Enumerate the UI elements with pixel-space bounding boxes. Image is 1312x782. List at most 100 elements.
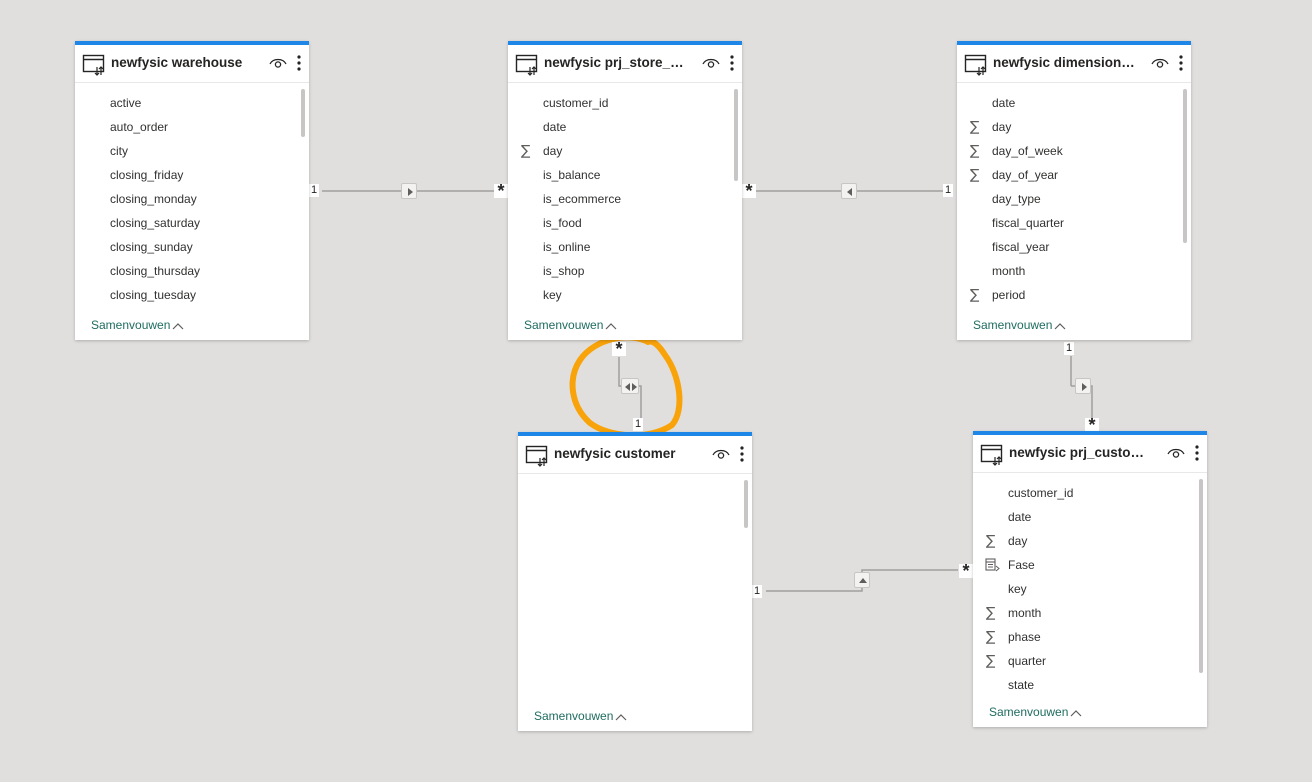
- field-row[interactable]: ∑ day: [957, 115, 1191, 139]
- visibility-eye-icon[interactable]: [1167, 446, 1185, 460]
- table-title: newfysic prj_custome...: [1009, 445, 1155, 460]
- field-row[interactable]: is_online: [508, 235, 742, 259]
- chevron-up-icon: [615, 713, 627, 721]
- field-row[interactable]: closing_tuesday: [75, 283, 309, 307]
- field-name: is_balance: [543, 168, 601, 182]
- sigma-icon: ∑: [986, 629, 996, 645]
- collapse-label: Samenvouwen: [989, 705, 1069, 719]
- field-row[interactable]: closing_sunday: [75, 235, 309, 259]
- model-canvas[interactable]: 1 * * 1 * 1 1 * 1 * newfysic warehouse a…: [0, 0, 1312, 782]
- field-row[interactable]: date: [957, 91, 1191, 115]
- more-options-icon[interactable]: [1194, 444, 1200, 462]
- table-card-store-pe[interactable]: newfysic prj_store_pe... customer_id date…: [508, 41, 742, 340]
- filter-direction-right-icon[interactable]: [1075, 378, 1091, 394]
- field-row[interactable]: date: [508, 115, 742, 139]
- scrollbar[interactable]: [1183, 89, 1187, 243]
- table-card-header[interactable]: newfysic customer: [518, 436, 752, 474]
- chevron-up-icon: [1070, 709, 1082, 717]
- field-name: closing_saturday: [110, 216, 201, 230]
- field-row[interactable]: day_type: [957, 187, 1191, 211]
- collapse-link[interactable]: Samenvouwen: [534, 709, 627, 723]
- more-options-icon[interactable]: [296, 54, 302, 72]
- sigma-icon: ∑: [521, 143, 531, 159]
- field-row[interactable]: date: [973, 505, 1207, 529]
- field-name: date: [1008, 510, 1032, 524]
- field-row[interactable]: key: [508, 283, 742, 307]
- visibility-eye-icon[interactable]: [269, 56, 287, 70]
- cardinality-many-label: *: [1085, 418, 1099, 432]
- table-card-prj-customer[interactable]: newfysic prj_custome... customer_iddate ∑…: [973, 431, 1207, 727]
- scrollbar[interactable]: [1199, 479, 1203, 673]
- field-row[interactable]: closing_monday: [75, 187, 309, 211]
- field-row[interactable]: customer_id: [508, 91, 742, 115]
- cardinality-many-label: *: [494, 184, 508, 198]
- field-row[interactable]: Fase: [973, 553, 1207, 577]
- field-row[interactable]: fiscal_quarter: [957, 211, 1191, 235]
- table-card-header[interactable]: newfysic dimension_...: [957, 45, 1191, 83]
- filter-direction-up-icon[interactable]: [854, 572, 870, 588]
- field-name: auto_order: [110, 120, 169, 134]
- more-options-icon[interactable]: [739, 445, 745, 463]
- table-card-header[interactable]: newfysic prj_custome...: [973, 435, 1207, 473]
- scrollbar[interactable]: [734, 89, 738, 181]
- field-row[interactable]: state: [973, 673, 1207, 697]
- table-card-dimension[interactable]: newfysic dimension_... date ∑ day ∑ day_of_w…: [957, 41, 1191, 340]
- table-icon: [515, 54, 538, 76]
- collapse-link[interactable]: Samenvouwen: [524, 318, 617, 332]
- collapse-link[interactable]: Samenvouwen: [91, 318, 184, 332]
- collapse-link[interactable]: Samenvouwen: [973, 318, 1066, 332]
- field-row[interactable]: closing_thursday: [75, 259, 309, 283]
- field-row[interactable]: is_shop: [508, 259, 742, 283]
- field-row[interactable]: is_balance: [508, 163, 742, 187]
- field-row[interactable]: closing_saturday: [75, 211, 309, 235]
- field-row[interactable]: ∑ period: [957, 283, 1191, 307]
- field-row[interactable]: month: [957, 259, 1191, 283]
- field-name: day_of_year: [992, 168, 1059, 182]
- field-list[interactable]: customer_id date ∑ day is_balance is_ecommerc…: [508, 91, 742, 307]
- filter-direction-right-icon[interactable]: [401, 183, 417, 199]
- field-name: Fase: [1008, 558, 1035, 572]
- field-row[interactable]: customer_id: [973, 481, 1207, 505]
- field-row[interactable]: ∑ day: [508, 139, 742, 163]
- field-row[interactable]: ∑ day: [973, 529, 1207, 553]
- field-row[interactable]: city: [75, 139, 309, 163]
- sigma-icon: ∑: [986, 533, 996, 549]
- table-card-header[interactable]: newfysic prj_store_pe...: [508, 45, 742, 83]
- field-row[interactable]: ∑ month: [973, 601, 1207, 625]
- table-card-header[interactable]: newfysic warehouse: [75, 45, 309, 83]
- field-row[interactable]: is_food: [508, 211, 742, 235]
- field-row[interactable]: ∑ day_of_year: [957, 163, 1191, 187]
- more-options-icon[interactable]: [1178, 54, 1184, 72]
- field-row[interactable]: key: [973, 577, 1207, 601]
- field-name: closing_monday: [110, 192, 197, 206]
- visibility-eye-icon[interactable]: [702, 56, 720, 70]
- filter-direction-both-icon[interactable]: [621, 378, 639, 394]
- field-name: active: [110, 96, 142, 110]
- field-name: day: [543, 144, 563, 158]
- table-card-customer[interactable]: newfysic customer Samenvouwen: [518, 432, 752, 731]
- more-options-icon[interactable]: [729, 54, 735, 72]
- visibility-eye-icon[interactable]: [712, 447, 730, 461]
- field-row[interactable]: auto_order: [75, 115, 309, 139]
- table-card-warehouse[interactable]: newfysic warehouse active auto_order city c…: [75, 41, 309, 340]
- field-name: quarter: [1008, 654, 1047, 668]
- field-list[interactable]: active auto_ordercity closing_fridayclosin…: [75, 91, 309, 307]
- field-row[interactable]: closing_friday: [75, 163, 309, 187]
- field-list[interactable]: customer_id date ∑ day Fase key ∑ month ∑ phase ∑ q…: [973, 481, 1207, 697]
- field-list[interactable]: date ∑ day ∑ day_of_week ∑ day_of_year day_type…: [957, 91, 1191, 307]
- field-row[interactable]: active: [75, 91, 309, 115]
- field-row[interactable]: ∑ phase: [973, 625, 1207, 649]
- field-row[interactable]: ∑ quarter: [973, 649, 1207, 673]
- visibility-eye-icon[interactable]: [1151, 56, 1169, 70]
- field-row[interactable]: fiscal_year: [957, 235, 1191, 259]
- field-row[interactable]: ∑ day_of_week: [957, 139, 1191, 163]
- filter-direction-left-icon[interactable]: [841, 183, 857, 199]
- scrollbar[interactable]: [301, 89, 305, 137]
- cardinality-one-label: 1: [752, 585, 763, 598]
- chevron-up-icon: [1054, 322, 1066, 330]
- field-row[interactable]: is_ecommerce: [508, 187, 742, 211]
- collapse-link[interactable]: Samenvouwen: [989, 705, 1082, 719]
- hierarchy-icon: [985, 558, 1000, 572]
- cardinality-one-label: 1: [943, 184, 954, 197]
- scrollbar[interactable]: [744, 480, 748, 528]
